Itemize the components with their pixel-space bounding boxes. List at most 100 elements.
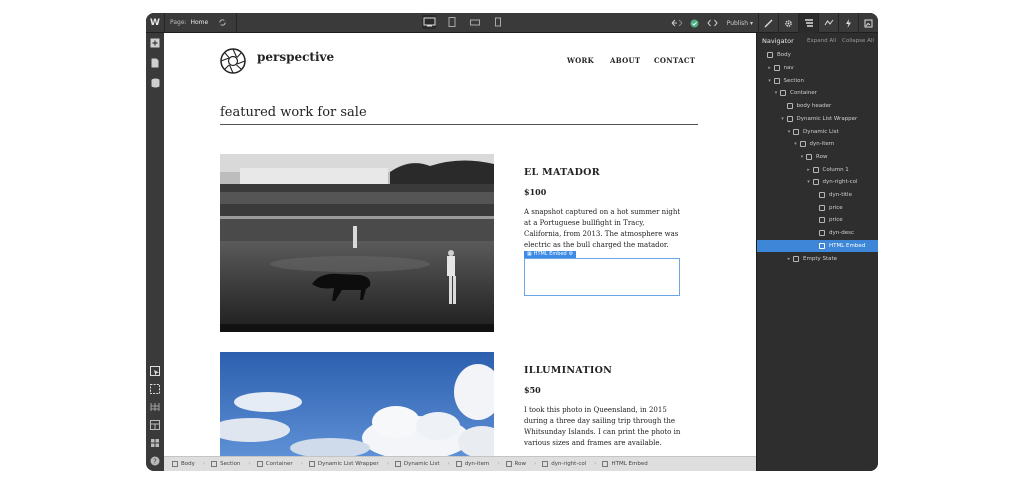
navigator-node[interactable]: ▾ Dynamic List Wrapper	[757, 113, 878, 126]
node-caret-icon[interactable]: ▸	[786, 256, 792, 262]
node-element-icon	[793, 255, 799, 262]
item-description: A snapshot captured on a hot summer nigh…	[524, 208, 681, 249]
navigator-node[interactable]: ▾ Section	[757, 74, 878, 87]
node-caret-icon[interactable]: ▾	[773, 90, 779, 96]
html-embed-tag[interactable]: ▦ HTML Embed ⚙	[524, 251, 577, 258]
navigator-icon[interactable]	[798, 13, 818, 33]
breadcrumb-item[interactable]: Row	[505, 461, 534, 467]
breadcrumb-item[interactable]: Section	[211, 461, 248, 467]
navigator-node[interactable]: ▾ Row	[757, 151, 878, 164]
webflow-designer-window: W Page: Home Publish ▾ ? perspective WOR…	[146, 13, 878, 471]
breadcrumb-label: Dynamic List Wrapper	[317, 461, 379, 467]
style-brush-icon[interactable]	[758, 13, 778, 33]
page-switch-icon[interactable]	[216, 17, 228, 29]
breadcrumb-item[interactable]: dyn-item	[455, 461, 498, 467]
pages-icon[interactable]	[150, 58, 160, 68]
navigator-node[interactable]: price	[757, 201, 878, 214]
assets-icon[interactable]	[858, 13, 878, 33]
check-icon[interactable]	[689, 17, 701, 29]
html-embed-element[interactable]	[524, 258, 680, 296]
element-icon	[308, 461, 315, 467]
breadcrumb-separator: ›	[300, 461, 303, 467]
tablet-icon[interactable]	[445, 15, 459, 29]
node-element-icon	[812, 166, 819, 173]
publish-button[interactable]: Publish ▾	[727, 20, 753, 27]
nav-link-work[interactable]: WORK	[567, 56, 594, 65]
design-canvas[interactable]: perspective WORK ABOUT CONTACT featured …	[164, 33, 756, 456]
breadcrumb-item[interactable]: dyn-right-col	[542, 461, 594, 467]
breadcrumb-item[interactable]: Body	[172, 461, 203, 467]
lightning-icon[interactable]	[838, 13, 858, 33]
navigator-node[interactable]: ▾ dyn-item	[757, 138, 878, 151]
navigator-node-label: HTML Embed	[829, 242, 866, 249]
expand-all-button[interactable]: Expand All	[807, 38, 836, 44]
mobile-landscape-icon[interactable]	[468, 15, 482, 29]
help-icon[interactable]: ?	[150, 456, 160, 466]
embed-tag-label: HTML Embed	[533, 251, 567, 257]
navigator-node[interactable]: dyn-title	[757, 189, 878, 202]
breadcrumb-item[interactable]: Dynamic List Wrapper	[308, 461, 387, 467]
navigator-node-label: Row	[816, 153, 828, 160]
dashed-select-icon[interactable]	[150, 384, 160, 394]
navigator-header: Navigator Expand All Collapse All	[757, 33, 878, 48]
nav-link-contact[interactable]: CONTACT	[654, 56, 695, 65]
node-element-icon	[819, 230, 825, 237]
undo-redo-icon[interactable]	[671, 17, 683, 29]
node-caret-icon[interactable]: ▾	[793, 141, 799, 147]
node-caret-icon[interactable]: ▸	[767, 65, 773, 71]
navigator-node-label: dyn-right-col	[822, 179, 858, 186]
breadcrumb-label: Body	[181, 461, 195, 467]
navigator-node[interactable]: price	[757, 214, 878, 227]
code-icon[interactable]	[707, 17, 719, 29]
breadcrumb-separator: ›	[202, 461, 206, 467]
navigator-node-label: Dynamic List	[803, 128, 839, 135]
node-caret-icon[interactable]: ▾	[799, 154, 805, 160]
breadcrumb-item[interactable]: Dynamic List	[394, 461, 448, 467]
navigator-node[interactable]: dyn-desc	[757, 227, 878, 240]
node-element-icon	[780, 90, 786, 97]
desktop-icon[interactable]	[422, 15, 436, 29]
node-caret-icon[interactable]: ▾	[806, 179, 812, 185]
navigator-node-label: Empty State	[803, 255, 838, 262]
navigator-node[interactable]: ▾ Container	[757, 87, 878, 100]
grid-icon[interactable]	[150, 402, 160, 412]
breadcrumb-separator: ›	[534, 461, 537, 467]
webflow-logo[interactable]: W	[146, 13, 164, 33]
breadcrumb-separator: ›	[594, 461, 597, 467]
settings-gear-icon[interactable]	[778, 13, 798, 33]
navigator-node[interactable]: ▸ Column 1	[757, 163, 878, 176]
interactions-icon[interactable]	[818, 13, 838, 33]
breadcrumb-item[interactable]: HTML Embed	[602, 461, 655, 467]
node-caret-icon[interactable]: ▸	[806, 167, 812, 173]
mobile-portrait-icon[interactable]	[491, 15, 505, 29]
nav-link-about[interactable]: ABOUT	[610, 56, 640, 65]
cms-icon[interactable]	[150, 78, 160, 88]
collapse-all-button[interactable]: Collapse All	[842, 38, 874, 44]
components-icon[interactable]	[150, 438, 160, 448]
navigator-node-label: Section	[783, 77, 804, 84]
layout-icon[interactable]	[150, 420, 160, 430]
add-icon[interactable]	[150, 38, 160, 48]
breadcrumb-label: Section	[220, 461, 241, 467]
navigator-node[interactable]: body header	[757, 100, 878, 113]
item-price: $100	[524, 187, 547, 197]
navigator-node[interactable]: ▾ Dynamic List	[757, 125, 878, 138]
navigator-node[interactable]: ▸ nav	[757, 62, 878, 75]
navigator-node-label: dyn-item	[809, 141, 835, 148]
node-caret-icon[interactable]: ▾	[780, 116, 786, 122]
navigator-node[interactable]: HTML Embed	[757, 239, 878, 253]
navigator-node[interactable]: ▸ Empty State	[757, 252, 878, 265]
breadcrumb-item[interactable]: Container	[256, 461, 301, 467]
brand-name[interactable]: perspective	[257, 50, 334, 64]
title-divider	[220, 124, 698, 125]
navigator-node[interactable]: Body	[757, 49, 878, 62]
node-caret-icon[interactable]: ▾	[767, 78, 773, 84]
embed-settings-icon[interactable]: ⚙	[569, 251, 573, 258]
sky-clouds-photo	[220, 352, 494, 456]
svg-text:?: ?	[153, 457, 157, 465]
section-title: featured work for sale	[220, 105, 367, 120]
navigator-node[interactable]: ▾ dyn-right-col	[757, 176, 878, 189]
select-icon[interactable]	[150, 366, 160, 376]
page-selector[interactable]: Page: Home	[170, 19, 208, 26]
node-caret-icon[interactable]: ▾	[786, 129, 792, 135]
